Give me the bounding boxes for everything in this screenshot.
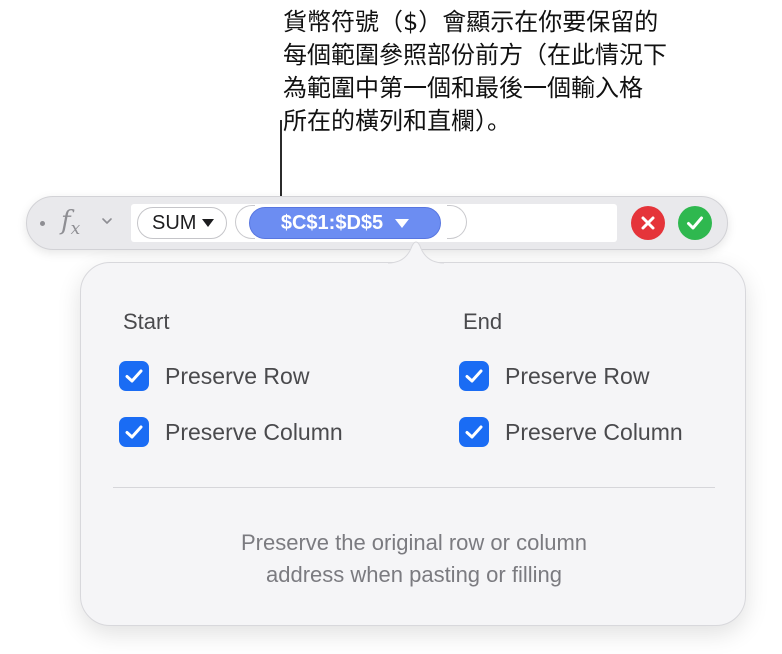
callout-line-3: 為範圍中第一個和最後一個輸入格 (283, 74, 643, 102)
preserve-reference-popover: Start End Preserve Row Preserve Column P… (80, 262, 746, 626)
checkmark-icon (465, 425, 483, 439)
description-line-2: address when pasting or filling (266, 562, 562, 587)
start-preserve-row-checkbox[interactable] (119, 361, 149, 391)
checkmark-icon (465, 369, 483, 383)
popover-arrow (388, 241, 444, 264)
fx-letter: f (61, 206, 71, 236)
popover-description: Preserve the original row or column addr… (121, 527, 707, 591)
formula-bar: fx SUM $C$1:$D$5 (26, 196, 728, 250)
end-preserve-column-option[interactable]: Preserve Column (459, 417, 683, 447)
description-line-1: Preserve the original row or column (240, 530, 588, 555)
start-preserve-column-label: Preserve Column (165, 418, 343, 445)
cancel-button[interactable] (631, 206, 665, 240)
formula-editor-field[interactable]: SUM $C$1:$D$5 (131, 204, 617, 242)
function-token-sum[interactable]: SUM (137, 207, 228, 239)
close-icon (641, 216, 655, 230)
callout-annotation: 貨幣符號（$）會顯示在你要保留的 每個範圍參照部份前方（在此情況下 為範圍中第一… (283, 6, 753, 138)
end-preserve-column-checkbox[interactable] (459, 417, 489, 447)
function-token-label: SUM (152, 211, 197, 234)
reference-token-label: $C$1:$D$5 (280, 211, 384, 234)
chevron-down-icon[interactable] (101, 215, 113, 227)
popover-divider (113, 487, 715, 488)
start-preserve-row-label: Preserve Row (165, 362, 310, 389)
argument-close-paren (447, 205, 467, 239)
end-preserve-row-checkbox[interactable] (459, 361, 489, 391)
checkmark-icon (125, 425, 143, 439)
callout-line-1: 貨幣符號（$）會顯示在你要保留的 (283, 8, 659, 36)
start-preserve-row-option[interactable]: Preserve Row (119, 361, 309, 391)
accept-button[interactable] (678, 206, 712, 240)
reference-token[interactable]: $C$1:$D$5 (249, 207, 441, 239)
checkmark-icon (687, 216, 703, 230)
triangle-down-icon (202, 219, 215, 227)
drag-handle-dot[interactable] (40, 221, 45, 226)
triangle-down-icon[interactable] (395, 218, 410, 228)
checkmark-icon (125, 369, 143, 383)
end-preserve-column-label: Preserve Column (505, 418, 683, 445)
function-fx-icon[interactable]: fx (61, 204, 80, 246)
start-preserve-column-option[interactable]: Preserve Column (119, 417, 343, 447)
end-preserve-row-option[interactable]: Preserve Row (459, 361, 649, 391)
end-heading: End (463, 309, 503, 334)
start-preserve-column-checkbox[interactable] (119, 417, 149, 447)
callout-line-2: 每個範圍參照部份前方（在此情況下 (283, 41, 667, 69)
fx-subscript: x (70, 219, 81, 239)
callout-line-4: 所在的橫列和直欄）。 (283, 107, 511, 135)
start-heading: Start (123, 309, 170, 334)
end-preserve-row-label: Preserve Row (505, 362, 650, 389)
